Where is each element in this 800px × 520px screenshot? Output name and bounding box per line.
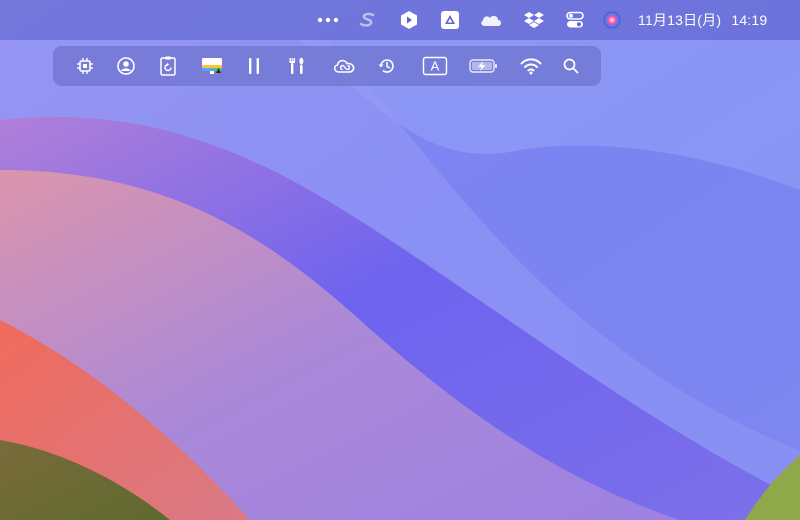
scrivener-icon[interactable] xyxy=(356,8,380,32)
dropbox-icon[interactable] xyxy=(522,8,546,32)
time-machine-icon[interactable] xyxy=(375,54,399,78)
siri-icon[interactable] xyxy=(600,8,624,32)
clock-date: 11月13日(月) xyxy=(638,12,722,28)
input-method-icon[interactable]: A xyxy=(422,54,448,78)
google-drive-icon[interactable] xyxy=(438,8,462,32)
menu-bar-clock[interactable]: 11月13日(月) 14:19 xyxy=(638,10,767,30)
display-brightness-icon[interactable] xyxy=(198,54,226,78)
menu-bar: 11月13日(月) 14:19 xyxy=(0,0,800,40)
input-method-label: A xyxy=(431,59,440,74)
alfred-icon[interactable] xyxy=(397,8,421,32)
control-center-icon[interactable] xyxy=(563,8,587,32)
creative-cloud-icon[interactable] xyxy=(330,54,358,78)
battery-charging-icon[interactable] xyxy=(469,54,499,78)
user-account-icon[interactable] xyxy=(114,54,138,78)
wifi-icon[interactable] xyxy=(519,54,543,78)
pause-icon[interactable] xyxy=(242,54,266,78)
menu-bar-overflow-panel: A xyxy=(53,46,601,86)
spotlight-search-icon[interactable] xyxy=(559,54,583,78)
clipboard-history-icon[interactable] xyxy=(156,54,180,78)
clock-time: 14:19 xyxy=(731,12,768,28)
tools-icon[interactable] xyxy=(285,54,309,78)
more-icon[interactable] xyxy=(316,8,340,32)
cpu-icon[interactable] xyxy=(73,54,97,78)
onedrive-icon[interactable] xyxy=(478,8,504,32)
